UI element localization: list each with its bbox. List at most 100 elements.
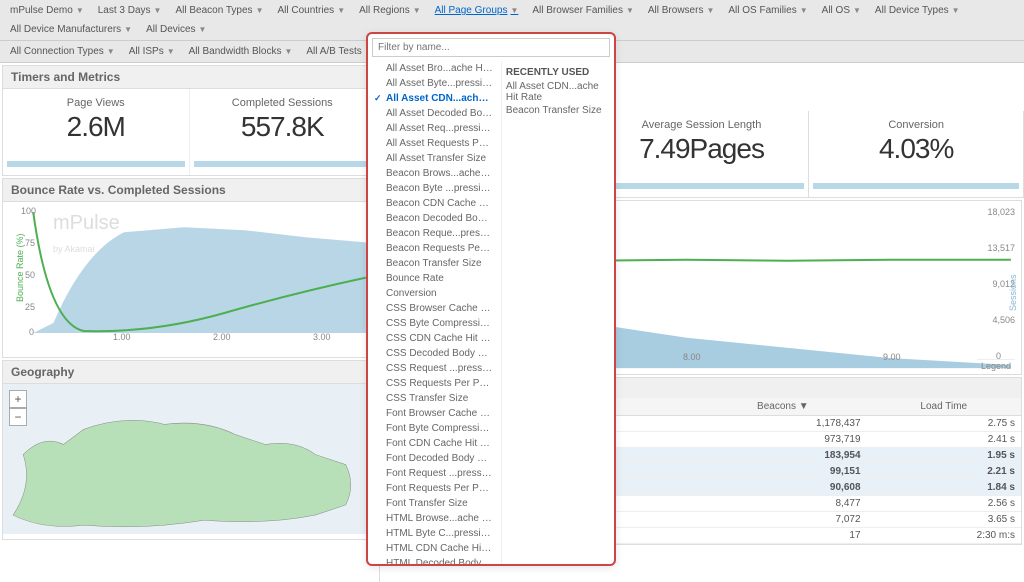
filter-all-bandwidth-blocks[interactable]: All Bandwidth Blocks▼ [183, 43, 299, 60]
dropdown-item[interactable]: CSS Browser Cache Hit Rate [372, 301, 497, 316]
dropdown-item[interactable]: All Asset Req...pression Rate [372, 121, 497, 136]
dropdown-item[interactable]: CSS Request ...pression Rate [372, 361, 497, 376]
metric-value: 7.49Pages [599, 133, 805, 165]
bounce-chart: mPulseby Akamai Bounce Rate (%) 100 75 5… [3, 202, 376, 342]
dropdown-item[interactable]: Beacon Transfer Size [372, 256, 497, 271]
caret-down-icon: ▼ [800, 6, 808, 15]
dropdown-item[interactable]: All Asset Byte...pression Rate [372, 76, 497, 91]
table-header[interactable]: Beacons ▼ [699, 398, 866, 416]
caret-down-icon: ▼ [853, 6, 861, 15]
dropdown-item[interactable]: Beacon Decoded Body Size [372, 211, 497, 226]
metric-value: 4.03% [813, 133, 1019, 165]
caret-down-icon: ▼ [284, 47, 292, 56]
sessions-axis-label: Sessions [1008, 274, 1018, 311]
filter-all-beacon-types[interactable]: All Beacon Types▼ [169, 2, 269, 19]
dropdown-filter-input[interactable] [372, 38, 610, 57]
dropdown-item[interactable]: Font Requests Per Page [372, 481, 497, 496]
filter-all-browser-families[interactable]: All Browser Families▼ [526, 2, 640, 19]
dropdown-item[interactable]: CSS CDN Cache Hit Rate [372, 331, 497, 346]
recently-used-header: RECENTLY USED [506, 65, 610, 80]
filter-all-browsers[interactable]: All Browsers▼ [642, 2, 721, 19]
dropdown-item[interactable]: Font Decoded Body Size [372, 451, 497, 466]
dropdown-item[interactable]: Font CDN Cache Hit Rate [372, 436, 497, 451]
dropdown-item[interactable]: Conversion [372, 286, 497, 301]
dropdown-item[interactable]: Bounce Rate [372, 271, 497, 286]
filter-all-device-manufacturers[interactable]: All Device Manufacturers▼ [4, 21, 138, 38]
zoom-out-button[interactable]: − [9, 408, 27, 426]
filter-all-os[interactable]: All OS▼ [816, 2, 867, 19]
dropdown-item[interactable]: Beacon Requests Per Page [372, 241, 497, 256]
dropdown-item[interactable]: All Asset CDN...ache Hit Rate [372, 91, 497, 106]
filter-all-regions[interactable]: All Regions▼ [353, 2, 427, 19]
filter-last-3-days[interactable]: Last 3 Days▼ [92, 2, 168, 19]
dropdown-item[interactable]: All Asset Transfer Size [372, 151, 497, 166]
bounce-panel: Bounce Rate vs. Completed Sessions mPuls… [2, 178, 377, 358]
timers-panel: Timers and Metrics Page Views2.6MComplet… [2, 65, 377, 176]
dropdown-item[interactable]: CSS Decoded Body Size [372, 346, 497, 361]
caret-down-icon: ▼ [413, 6, 421, 15]
zoom-in-button[interactable]: + [9, 390, 27, 408]
bounce-header: Bounce Rate vs. Completed Sessions [3, 179, 376, 202]
filter-all-isps[interactable]: All ISPs▼ [123, 43, 181, 60]
metric-value: 557.8K [194, 111, 372, 143]
caret-down-icon: ▼ [199, 25, 207, 34]
y-axis-label: Bounce Rate (%) [15, 233, 25, 302]
dropdown-item[interactable]: CSS Transfer Size [372, 391, 497, 406]
caret-down-icon: ▼ [256, 6, 264, 15]
filter-mpulse-demo[interactable]: mPulse Demo▼ [4, 2, 90, 19]
metric-card: Page Views 2.6M [3, 89, 190, 175]
dropdown-item[interactable]: HTML Decoded Body Size [372, 556, 497, 564]
caret-down-icon: ▼ [337, 6, 345, 15]
sparkline [599, 169, 805, 189]
sparkline [7, 147, 185, 167]
dropdown-item[interactable]: All Asset Bro...ache Hit Rate [372, 61, 497, 76]
metric-card: Conversion4.03% [809, 111, 1024, 197]
dropdown-item[interactable]: Beacon Reque...pression Rate [372, 226, 497, 241]
dropdown-item[interactable]: Beacon CDN Cache Hit Rate [372, 196, 497, 211]
metric-label: Page Views [7, 97, 185, 109]
dropdown-item[interactable]: All Asset Requests Per Page [372, 136, 497, 151]
filter-all-connection-types[interactable]: All Connection Types▼ [4, 43, 121, 60]
dropdown-item[interactable]: HTML CDN Cache Hit Rate [372, 541, 497, 556]
dropdown-item[interactable]: All Asset Decoded Body Size [372, 106, 497, 121]
dropdown-item[interactable]: Font Transfer Size [372, 496, 497, 511]
metric-value: 2.6M [7, 111, 185, 143]
metric-label: Average Session Length [599, 119, 805, 131]
filter-all-page-groups[interactable]: All Page Groups▼ [429, 2, 525, 19]
caret-down-icon: ▼ [76, 6, 84, 15]
dropdown-item[interactable]: Beacon Byte ...pression Rate [372, 181, 497, 196]
caret-down-icon: ▼ [510, 6, 518, 15]
legend-toggle[interactable]: Legend [977, 359, 1015, 372]
caret-down-icon: ▼ [706, 6, 714, 15]
metric-card: Average Session Length 7.49Pages [595, 111, 810, 197]
dropdown-item[interactable]: CSS Byte Compression Rate [372, 316, 497, 331]
recently-used: RECENTLY USED All Asset CDN...ache Hit R… [501, 61, 614, 564]
dropdown-item[interactable]: HTML Browse...ache Hit Rate [372, 511, 497, 526]
sparkline [813, 169, 1019, 189]
caret-down-icon: ▼ [167, 47, 175, 56]
geo-header: Geography [3, 361, 376, 384]
dropdown-item[interactable]: CSS Requests Per Page [372, 376, 497, 391]
table-header[interactable]: Load Time [867, 398, 1021, 416]
caret-down-icon: ▼ [107, 47, 115, 56]
dropdown-item[interactable]: Font Byte Compression Rate [372, 421, 497, 436]
recent-item[interactable]: Beacon Transfer Size [506, 104, 610, 117]
filter-all-os-families[interactable]: All OS Families▼ [722, 2, 813, 19]
metric-dropdown: All Asset Bro...ache Hit RateAll Asset B… [366, 32, 616, 566]
caret-down-icon: ▼ [154, 6, 162, 15]
caret-down-icon: ▼ [626, 6, 634, 15]
filter-all-devices[interactable]: All Devices▼ [140, 21, 212, 38]
caret-down-icon: ▼ [124, 25, 132, 34]
dropdown-item[interactable]: Beacon Brows...ache Hit Rate [372, 166, 497, 181]
filter-all-device-types[interactable]: All Device Types▼ [869, 2, 966, 19]
filter-all-countries[interactable]: All Countries▼ [271, 2, 351, 19]
dropdown-list[interactable]: All Asset Bro...ache Hit RateAll Asset B… [368, 61, 501, 564]
metric-label: Completed Sessions [194, 97, 372, 109]
geography-panel: Geography + − [2, 360, 377, 540]
dropdown-item[interactable]: Font Request ...pression Rate [372, 466, 497, 481]
dropdown-item[interactable]: Font Browser Cache Hit Rate [372, 406, 497, 421]
caret-down-icon: ▼ [952, 6, 960, 15]
dropdown-item[interactable]: HTML Byte C...pression Rate [372, 526, 497, 541]
recent-item[interactable]: All Asset CDN...ache Hit Rate [506, 80, 610, 104]
map[interactable]: + − [3, 384, 376, 534]
